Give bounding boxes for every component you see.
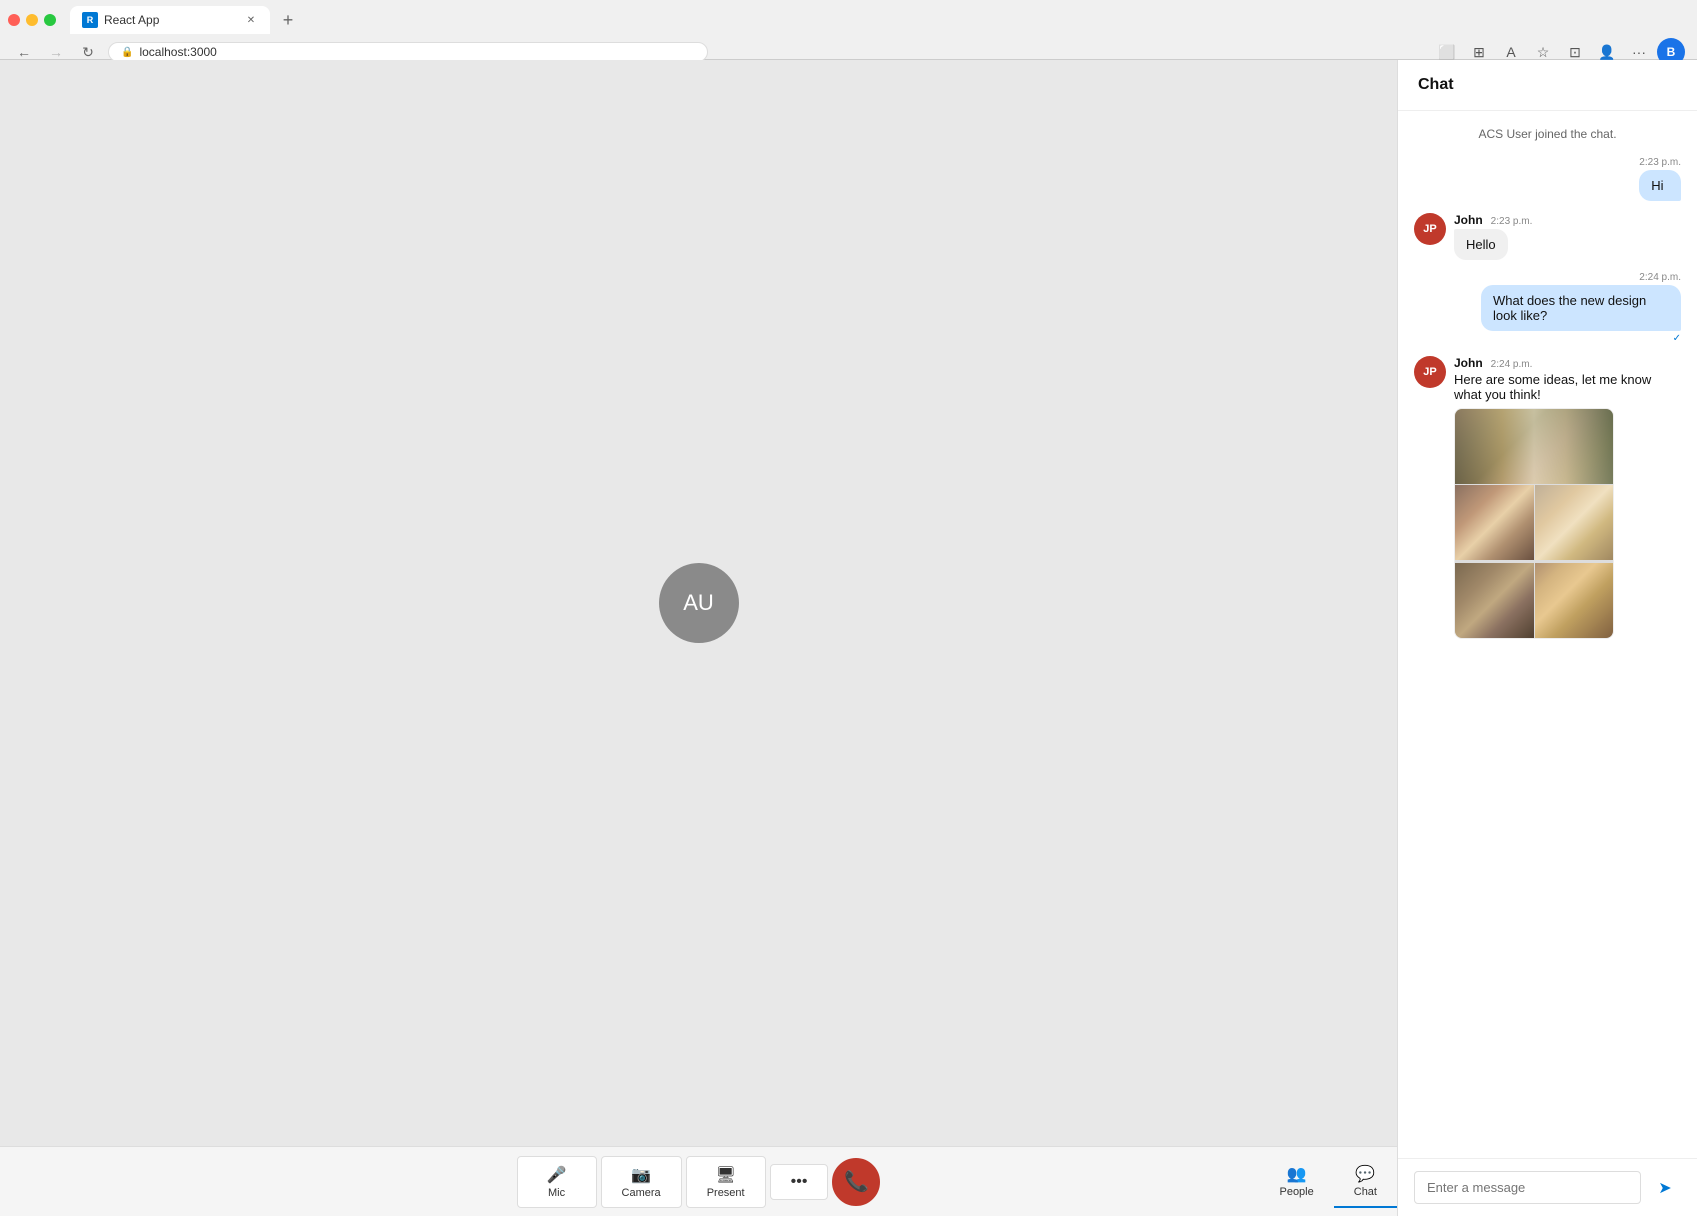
right-controls: 👥 People 💬 Chat: [1259, 1156, 1397, 1208]
camera-label: Camera: [622, 1187, 661, 1199]
avatar-initials: JP: [1423, 366, 1436, 378]
avatar-initials: JP: [1423, 223, 1436, 235]
url-text: localhost:3000: [139, 45, 216, 59]
control-bar: 🎤 Mic 📷 Camera 🖥 Present ••• 📞 👥 People: [0, 1146, 1397, 1216]
msg-time: 2:24 p.m.: [1481, 272, 1681, 283]
end-call-button[interactable]: 📞: [832, 1158, 880, 1206]
url-bar[interactable]: 🔒 localhost:3000: [108, 42, 708, 62]
more-button[interactable]: •••: [770, 1164, 829, 1200]
msg-header-ideas: John 2:24 p.m.: [1454, 356, 1681, 370]
msg-text: Hi: [1651, 178, 1663, 193]
avatar: AU: [659, 563, 739, 643]
interior-images-bottom: [1455, 485, 1613, 638]
msg-time: 2:23 p.m.: [1491, 216, 1533, 227]
msg-header: John 2:23 p.m.: [1454, 213, 1681, 227]
camera-icon: 📷: [631, 1165, 651, 1185]
chat-images[interactable]: [1454, 408, 1614, 639]
interior-image-4: [1535, 563, 1614, 638]
interior-image-2: [1535, 485, 1614, 560]
sender-avatar-john1: JP: [1414, 213, 1446, 245]
lock-icon: 🔒: [121, 47, 133, 58]
mic-button[interactable]: 🎤 Mic: [517, 1156, 597, 1208]
app-container: AU You 🎤 🎤 Mic 📷 Camera 🖥 Present •••: [0, 60, 1697, 1216]
tab-title: React App: [104, 13, 159, 27]
tab-favicon: R: [82, 12, 98, 28]
video-area: AU You 🎤 🎤 Mic 📷 Camera 🖥 Present •••: [0, 60, 1397, 1216]
close-window-button[interactable]: [8, 14, 20, 26]
chat-button[interactable]: 💬 Chat: [1334, 1156, 1397, 1208]
msg-time-john: 2:24 p.m.: [1491, 359, 1533, 370]
interior-image-1: [1455, 485, 1534, 560]
msg-time: 2:23 p.m.: [1639, 157, 1681, 168]
msg-text-ideas: Here are some ideas, let me know what yo…: [1454, 372, 1681, 402]
msg-sender-john: John: [1454, 356, 1483, 370]
interior-image-top: [1455, 409, 1613, 484]
send-icon: ➤: [1658, 1178, 1671, 1198]
msg-content-ideas: John 2:24 p.m. Here are some ideas, let …: [1454, 356, 1681, 639]
interior-image-3: [1455, 563, 1534, 638]
avatar-initials: AU: [683, 590, 714, 616]
present-label: Present: [707, 1187, 745, 1199]
message-outgoing-design: 2:24 p.m. What does the new design look …: [1481, 272, 1681, 344]
tab-bar: R React App ✕ +: [0, 0, 1697, 34]
minimize-window-button[interactable]: [26, 14, 38, 26]
system-message: ACS User joined the chat.: [1414, 123, 1681, 145]
message-incoming-hello: JP John 2:23 p.m. Hello: [1414, 213, 1681, 260]
message-incoming-ideas: JP John 2:24 p.m. Here are some ideas, l…: [1414, 356, 1681, 639]
people-label: People: [1279, 1186, 1313, 1198]
bubble-hello: Hello: [1454, 229, 1508, 260]
system-message-text: ACS User joined the chat.: [1478, 127, 1616, 141]
browser-tab[interactable]: R React App ✕: [70, 6, 270, 34]
people-icon: 👥: [1287, 1164, 1307, 1184]
read-receipt-icon: ✓: [1481, 333, 1681, 344]
bubble-design: What does the new design look like?: [1481, 285, 1681, 331]
msg-sender: John: [1454, 213, 1483, 227]
video-main: AU: [0, 60, 1397, 1146]
chat-icon: 💬: [1355, 1164, 1375, 1184]
end-call-icon: 📞: [844, 1169, 869, 1194]
bubble-hi: Hi: [1639, 170, 1681, 201]
browser-chrome: R React App ✕ + ← → ↻ 🔒 localhost:3000 ⬜…: [0, 0, 1697, 60]
new-tab-button[interactable]: +: [274, 6, 302, 34]
msg-text: What does the new design look like?: [1493, 293, 1646, 323]
camera-button[interactable]: 📷 Camera: [601, 1156, 682, 1208]
chat-input-area: ➤: [1398, 1158, 1697, 1216]
msg-content: John 2:23 p.m. Hello: [1454, 213, 1681, 260]
present-icon: 🖥: [716, 1165, 736, 1185]
chat-input[interactable]: [1414, 1171, 1641, 1204]
tab-close-button[interactable]: ✕: [244, 13, 258, 27]
chat-label: Chat: [1354, 1186, 1377, 1198]
chat-panel: Chat ACS User joined the chat. 2:23 p.m.…: [1397, 60, 1697, 1216]
people-button[interactable]: 👥 People: [1259, 1156, 1333, 1208]
mic-label: Mic: [548, 1187, 565, 1199]
message-outgoing-hi: 2:23 p.m. Hi: [1639, 157, 1681, 201]
msg-text: Hello: [1466, 237, 1496, 252]
sender-avatar-john2: JP: [1414, 356, 1446, 388]
send-button[interactable]: ➤: [1649, 1172, 1681, 1204]
mic-icon: 🎤: [547, 1165, 567, 1185]
more-icon: •••: [791, 1173, 808, 1191]
chat-title: Chat: [1418, 76, 1454, 93]
chat-messages: ACS User joined the chat. 2:23 p.m. Hi J…: [1398, 111, 1697, 1158]
maximize-window-button[interactable]: [44, 14, 56, 26]
chat-header: Chat: [1398, 60, 1697, 111]
traffic-lights: [8, 14, 56, 26]
present-button[interactable]: 🖥 Present: [686, 1156, 766, 1208]
